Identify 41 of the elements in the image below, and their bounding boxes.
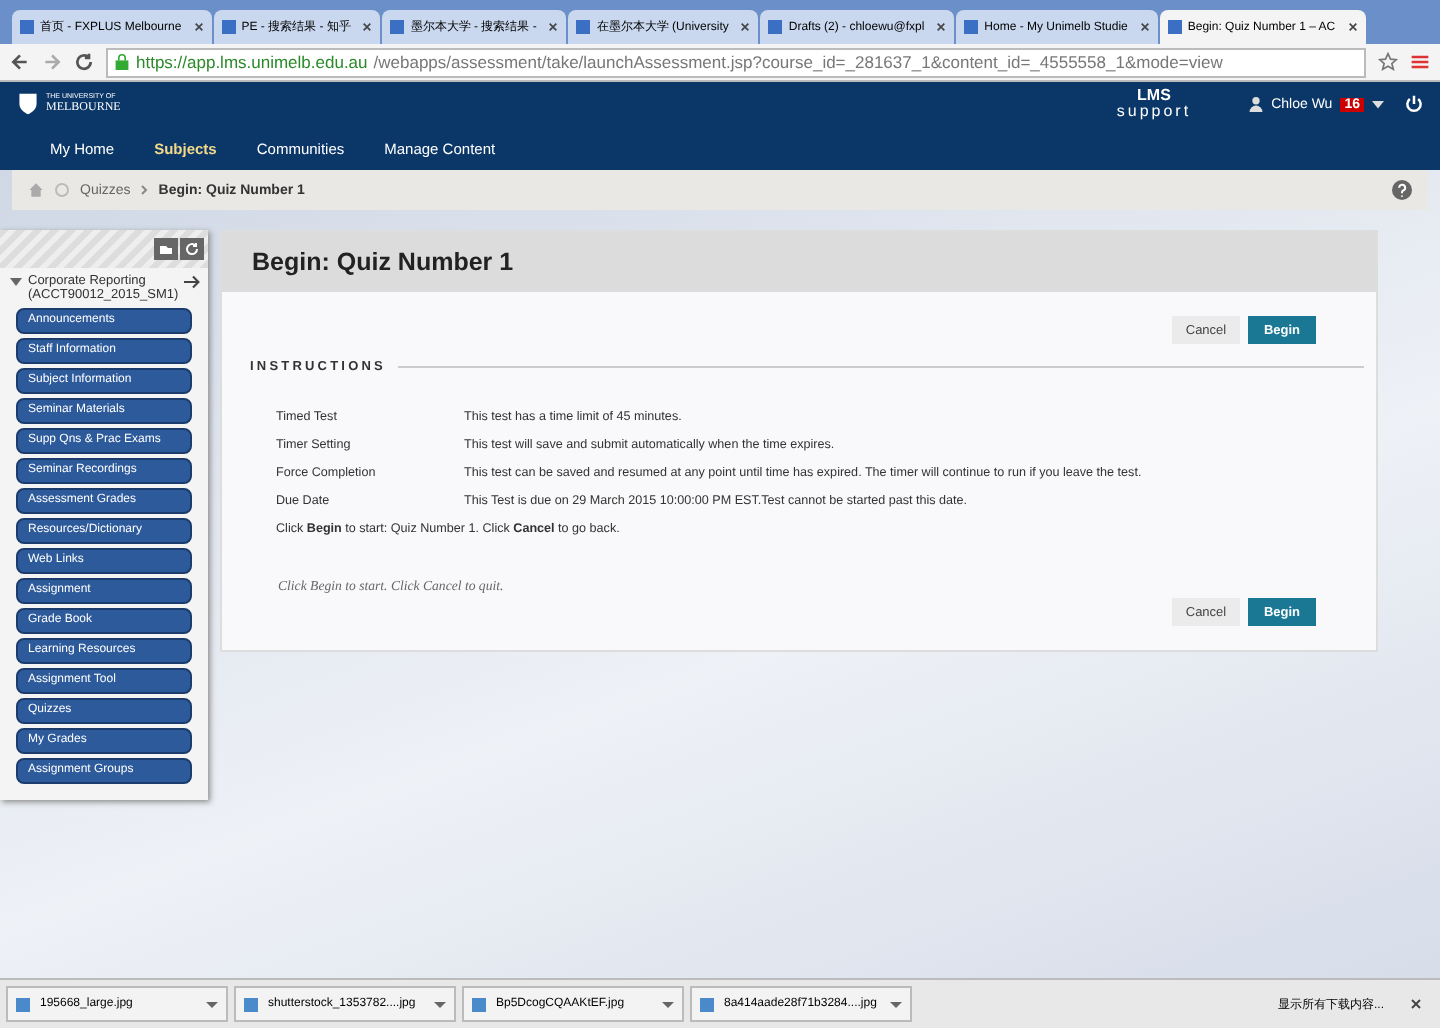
close-icon[interactable] bbox=[936, 22, 947, 32]
power-icon[interactable] bbox=[1404, 94, 1424, 114]
favicon-icon bbox=[768, 20, 783, 34]
caret-icon[interactable] bbox=[434, 998, 446, 1010]
favicon-icon bbox=[576, 20, 591, 34]
page-title: Begin: Quiz Number 1 bbox=[222, 232, 1376, 292]
collapse-icon[interactable] bbox=[10, 276, 22, 288]
caret-icon[interactable] bbox=[1372, 98, 1384, 110]
lock-icon bbox=[114, 54, 130, 70]
favicon-icon bbox=[390, 20, 405, 34]
lms-support-link[interactable]: LMS support bbox=[1116, 88, 1192, 120]
image-file-icon bbox=[472, 997, 486, 1011]
crest-icon bbox=[16, 92, 40, 116]
arrow-icon[interactable] bbox=[184, 274, 203, 290]
image-file-icon bbox=[16, 997, 30, 1011]
close-icon[interactable] bbox=[1347, 22, 1358, 32]
folder-icon[interactable] bbox=[154, 238, 178, 260]
image-file-icon bbox=[700, 997, 714, 1011]
close-icon[interactable] bbox=[362, 22, 373, 32]
favicon-icon bbox=[964, 20, 979, 34]
address-field[interactable]: https://app.lms.unimelb.edu.au /webapps/assessment/take/launchAssessment.jsp?course_id=_281637_1&content_id=_4555558_1&mode=view bbox=[106, 47, 1366, 77]
caret-icon[interactable] bbox=[662, 998, 674, 1010]
favicon-icon bbox=[221, 20, 236, 34]
image-file-icon bbox=[244, 997, 258, 1011]
close-icon[interactable] bbox=[1410, 998, 1422, 1010]
caret-icon[interactable] bbox=[206, 998, 218, 1010]
favicon-icon bbox=[1167, 20, 1182, 34]
favicon-icon bbox=[20, 20, 34, 34]
help-icon[interactable] bbox=[1392, 180, 1412, 200]
refresh-icon[interactable] bbox=[180, 238, 204, 260]
user-icon bbox=[1247, 96, 1264, 112]
close-icon[interactable] bbox=[740, 22, 751, 32]
menu-icon[interactable] bbox=[1410, 52, 1430, 72]
star-icon[interactable] bbox=[1378, 52, 1398, 72]
close-icon[interactable] bbox=[193, 22, 204, 32]
back-icon[interactable] bbox=[10, 52, 30, 72]
close-icon[interactable] bbox=[548, 22, 559, 32]
reload-icon[interactable] bbox=[74, 52, 94, 72]
caret-icon[interactable] bbox=[890, 998, 902, 1010]
chevron-icon bbox=[140, 184, 149, 196]
close-icon[interactable] bbox=[1139, 22, 1150, 32]
